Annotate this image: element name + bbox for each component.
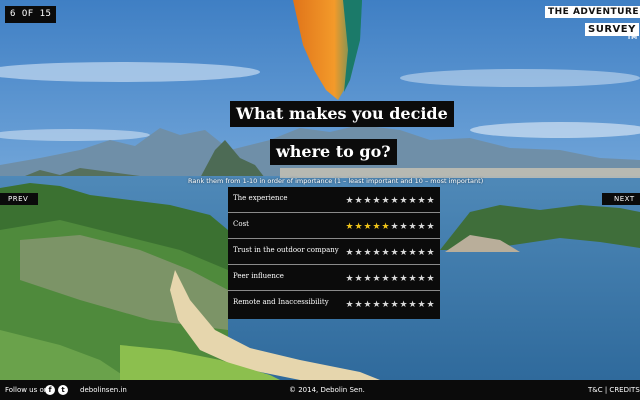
star-icon[interactable]: ★	[354, 275, 363, 284]
rating-row-experience: The experience ★ ★ ★ ★ ★ ★ ★ ★ ★ ★	[228, 187, 440, 213]
star-icon[interactable]: ★	[381, 275, 390, 284]
star-icon[interactable]: ★	[345, 197, 354, 206]
star-rating[interactable]: ★ ★ ★ ★ ★ ★ ★ ★ ★ ★	[345, 275, 435, 284]
facebook-icon[interactable]: f	[45, 385, 55, 395]
star-icon[interactable]: ★	[381, 301, 390, 310]
star-rating[interactable]: ★ ★ ★ ★ ★ ★ ★ ★ ★ ★	[345, 301, 435, 310]
star-icon[interactable]: ★	[363, 223, 372, 232]
star-icon[interactable]: ★	[372, 249, 381, 258]
star-icon[interactable]: ★	[354, 301, 363, 310]
star-icon[interactable]: ★	[363, 249, 372, 258]
star-icon[interactable]: ★	[408, 249, 417, 258]
star-icon[interactable]: ★	[426, 301, 435, 310]
ratings-panel: The experience ★ ★ ★ ★ ★ ★ ★ ★ ★ ★ Cost ★ ★ ★ ★ ★ ★ ★ ★ ★…	[228, 187, 440, 319]
rating-label: The experience	[233, 194, 288, 202]
star-icon[interactable]: ★	[417, 223, 426, 232]
star-icon[interactable]: ★	[345, 223, 354, 232]
footer-bar: Follow us on: f t debolinsen.in © 2014, …	[0, 380, 640, 400]
adventure-survey-logo[interactable]: THE ADVENTURE SURVEY TM	[545, 6, 640, 42]
star-icon[interactable]: ★	[390, 275, 399, 284]
star-icon[interactable]: ★	[363, 197, 372, 206]
star-icon[interactable]: ★	[390, 223, 399, 232]
rating-row-trust: Trust in the outdoor company ★ ★ ★ ★ ★ ★ ★ ★ ★ ★	[228, 239, 440, 265]
copyright-text: © 2014, Debolin Sen.	[289, 386, 365, 394]
rating-row-cost: Cost ★ ★ ★ ★ ★ ★ ★ ★ ★ ★	[228, 213, 440, 239]
star-icon[interactable]: ★	[381, 249, 390, 258]
rating-row-peer-influence: Peer influence ★ ★ ★ ★ ★ ★ ★ ★ ★ ★	[228, 265, 440, 291]
rating-label: Peer influence	[233, 272, 284, 280]
next-button[interactable]: NEXT	[602, 193, 640, 205]
star-icon[interactable]: ★	[399, 301, 408, 310]
star-icon[interactable]: ★	[390, 197, 399, 206]
star-rating[interactable]: ★ ★ ★ ★ ★ ★ ★ ★ ★ ★	[345, 197, 435, 206]
logo-trademark: TM	[627, 34, 638, 41]
star-rating[interactable]: ★ ★ ★ ★ ★ ★ ★ ★ ★ ★	[345, 223, 435, 232]
rating-row-remote: Remote and Inaccessibility ★ ★ ★ ★ ★ ★ ★ ★ ★ ★	[228, 291, 440, 317]
star-icon[interactable]: ★	[426, 197, 435, 206]
prev-button[interactable]: PREV	[0, 193, 38, 205]
star-icon[interactable]: ★	[417, 249, 426, 258]
star-icon[interactable]: ★	[426, 249, 435, 258]
credits-link[interactable]: T&C | CREDITS	[588, 386, 640, 394]
question-title-line1: What makes you decide	[230, 101, 454, 127]
twitter-icon[interactable]: t	[58, 385, 68, 395]
rating-label: Trust in the outdoor company	[233, 246, 339, 254]
star-icon[interactable]: ★	[399, 275, 408, 284]
star-icon[interactable]: ★	[399, 249, 408, 258]
star-icon[interactable]: ★	[381, 223, 390, 232]
star-icon[interactable]: ★	[345, 249, 354, 258]
star-icon[interactable]: ★	[417, 197, 426, 206]
question-instructions: Rank them from 1-10 in order of importan…	[188, 177, 484, 185]
question-counter: 6 OF 15	[5, 6, 57, 23]
star-icon[interactable]: ★	[363, 301, 372, 310]
star-icon[interactable]: ★	[381, 197, 390, 206]
rating-label: Remote and Inaccessibility	[233, 298, 329, 306]
rating-label: Cost	[233, 220, 249, 228]
star-icon[interactable]: ★	[408, 197, 417, 206]
star-icon[interactable]: ★	[363, 275, 372, 284]
star-icon[interactable]: ★	[417, 275, 426, 284]
follow-label: Follow us on:	[5, 386, 51, 394]
question-title-line2: where to go?	[270, 139, 397, 165]
star-icon[interactable]: ★	[345, 275, 354, 284]
star-icon[interactable]: ★	[426, 223, 435, 232]
star-icon[interactable]: ★	[372, 301, 381, 310]
star-icon[interactable]: ★	[399, 197, 408, 206]
star-icon[interactable]: ★	[345, 301, 354, 310]
star-icon[interactable]: ★	[408, 275, 417, 284]
star-icon[interactable]: ★	[426, 275, 435, 284]
star-rating[interactable]: ★ ★ ★ ★ ★ ★ ★ ★ ★ ★	[345, 249, 435, 258]
next-button-label: NEXT	[614, 195, 635, 203]
star-icon[interactable]: ★	[372, 275, 381, 284]
star-icon[interactable]: ★	[372, 223, 381, 232]
site-link[interactable]: debolinsen.in	[80, 386, 127, 394]
star-icon[interactable]: ★	[399, 223, 408, 232]
star-icon[interactable]: ★	[354, 223, 363, 232]
logo-title-line1: THE ADVENTURE	[545, 6, 640, 18]
star-icon[interactable]: ★	[354, 249, 363, 258]
star-icon[interactable]: ★	[354, 197, 363, 206]
star-icon[interactable]: ★	[390, 301, 399, 310]
star-icon[interactable]: ★	[408, 223, 417, 232]
star-icon[interactable]: ★	[372, 197, 381, 206]
star-icon[interactable]: ★	[408, 301, 417, 310]
prev-button-label: PREV	[8, 195, 29, 203]
star-icon[interactable]: ★	[417, 301, 426, 310]
star-icon[interactable]: ★	[390, 249, 399, 258]
